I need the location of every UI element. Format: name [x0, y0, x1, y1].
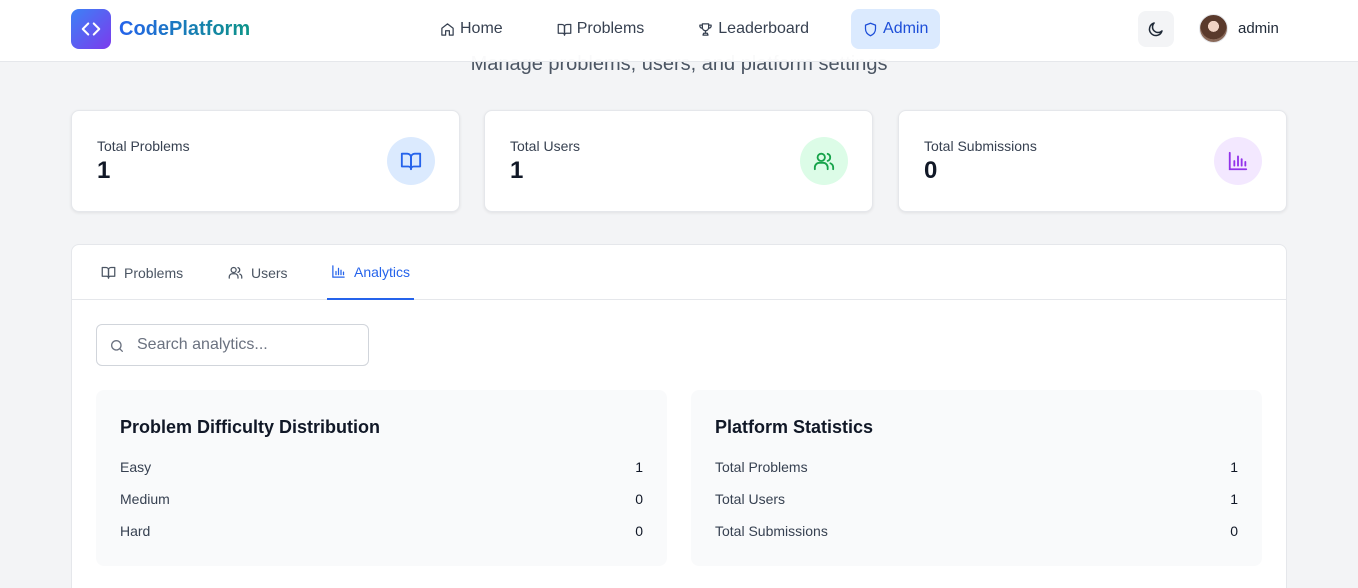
users-icon	[228, 266, 243, 279]
card-title: Problem Difficulty Distribution	[120, 417, 381, 437]
row-label: Total Problems	[715, 459, 808, 475]
row-label: Easy	[120, 459, 152, 475]
stat-value: 1	[510, 157, 524, 184]
theme-toggle-button[interactable]	[1138, 11, 1174, 47]
stat-label: Total Users	[510, 138, 581, 154]
code-icon	[71, 9, 111, 49]
platform-statistics-card: Platform Statistics Total Problems 1 Tot…	[691, 390, 1262, 566]
main-nav: Home Problems Leaderboard Admin	[428, 9, 941, 49]
book-icon	[101, 266, 116, 279]
nav-admin-label: Admin	[883, 20, 929, 37]
user-menu[interactable]: admin	[1199, 14, 1279, 43]
home-icon	[441, 22, 454, 36]
list-item: Total Problems 1	[715, 459, 1238, 479]
stat-card-submissions: Total Submissions 0	[898, 110, 1287, 212]
book-icon	[387, 137, 435, 185]
row-label: Medium	[120, 491, 170, 507]
list-item: Medium 0	[120, 491, 643, 511]
bar-chart-icon	[1214, 137, 1262, 185]
nav-leaderboard-label: Leaderboard	[718, 20, 810, 37]
tab-label: Analytics	[354, 263, 411, 280]
tab-label: Users	[251, 264, 288, 281]
stat-label: Total Submissions	[924, 138, 1037, 154]
tab-analytics[interactable]: Analytics	[327, 245, 415, 300]
nav-home[interactable]: Home	[428, 9, 515, 49]
stat-card-problems: Total Problems 1	[71, 110, 460, 212]
bar-chart-icon	[332, 265, 345, 278]
row-value: 1	[635, 459, 643, 475]
nav-home-label: Home	[460, 20, 503, 37]
book-icon	[557, 23, 572, 36]
moon-icon	[1148, 22, 1163, 37]
trophy-icon	[699, 22, 713, 36]
search-box	[96, 324, 369, 366]
card-title: Platform Statistics	[715, 417, 874, 437]
list-item: Hard 0	[120, 523, 643, 543]
row-value: 0	[635, 523, 643, 539]
row-label: Total Users	[715, 491, 786, 507]
tab-users[interactable]: Users	[224, 245, 292, 300]
list-item: Easy 1	[120, 459, 643, 479]
nav-problems[interactable]: Problems	[545, 9, 657, 49]
stat-label: Total Problems	[97, 138, 190, 154]
users-icon	[800, 137, 848, 185]
brand-link[interactable]: CodePlatform	[71, 9, 250, 49]
difficulty-distribution-card: Problem Difficulty Distribution Easy 1 M…	[96, 390, 667, 566]
tab-bar: Problems Users Analytics	[72, 245, 1286, 300]
search-icon	[111, 340, 123, 352]
username: admin	[1238, 20, 1279, 37]
list-item: Total Users 1	[715, 491, 1238, 511]
brand-name: CodePlatform	[119, 9, 250, 49]
row-value: 0	[635, 491, 643, 507]
tab-problems[interactable]: Problems	[97, 245, 187, 300]
nav-leaderboard[interactable]: Leaderboard	[686, 9, 821, 49]
admin-panel: Problems Users Analytics Problem Difficu…	[71, 244, 1287, 588]
nav-admin[interactable]: Admin	[851, 9, 941, 49]
shield-icon	[864, 22, 877, 36]
row-value: 0	[1230, 523, 1238, 539]
top-navbar: CodePlatform Home Problems Leaderboard A…	[0, 0, 1358, 62]
row-label: Hard	[120, 523, 151, 539]
tab-label: Problems	[124, 264, 184, 281]
avatar	[1199, 14, 1228, 43]
row-value: 1	[1230, 491, 1238, 507]
list-item: Total Submissions 0	[715, 523, 1238, 543]
row-value: 1	[1230, 459, 1238, 475]
stat-value: 1	[97, 157, 111, 184]
nav-problems-label: Problems	[576, 20, 645, 37]
row-label: Total Submissions	[715, 523, 828, 539]
search-input[interactable]	[137, 325, 362, 365]
stat-value: 0	[924, 157, 938, 184]
stat-card-users: Total Users 1	[484, 110, 873, 212]
